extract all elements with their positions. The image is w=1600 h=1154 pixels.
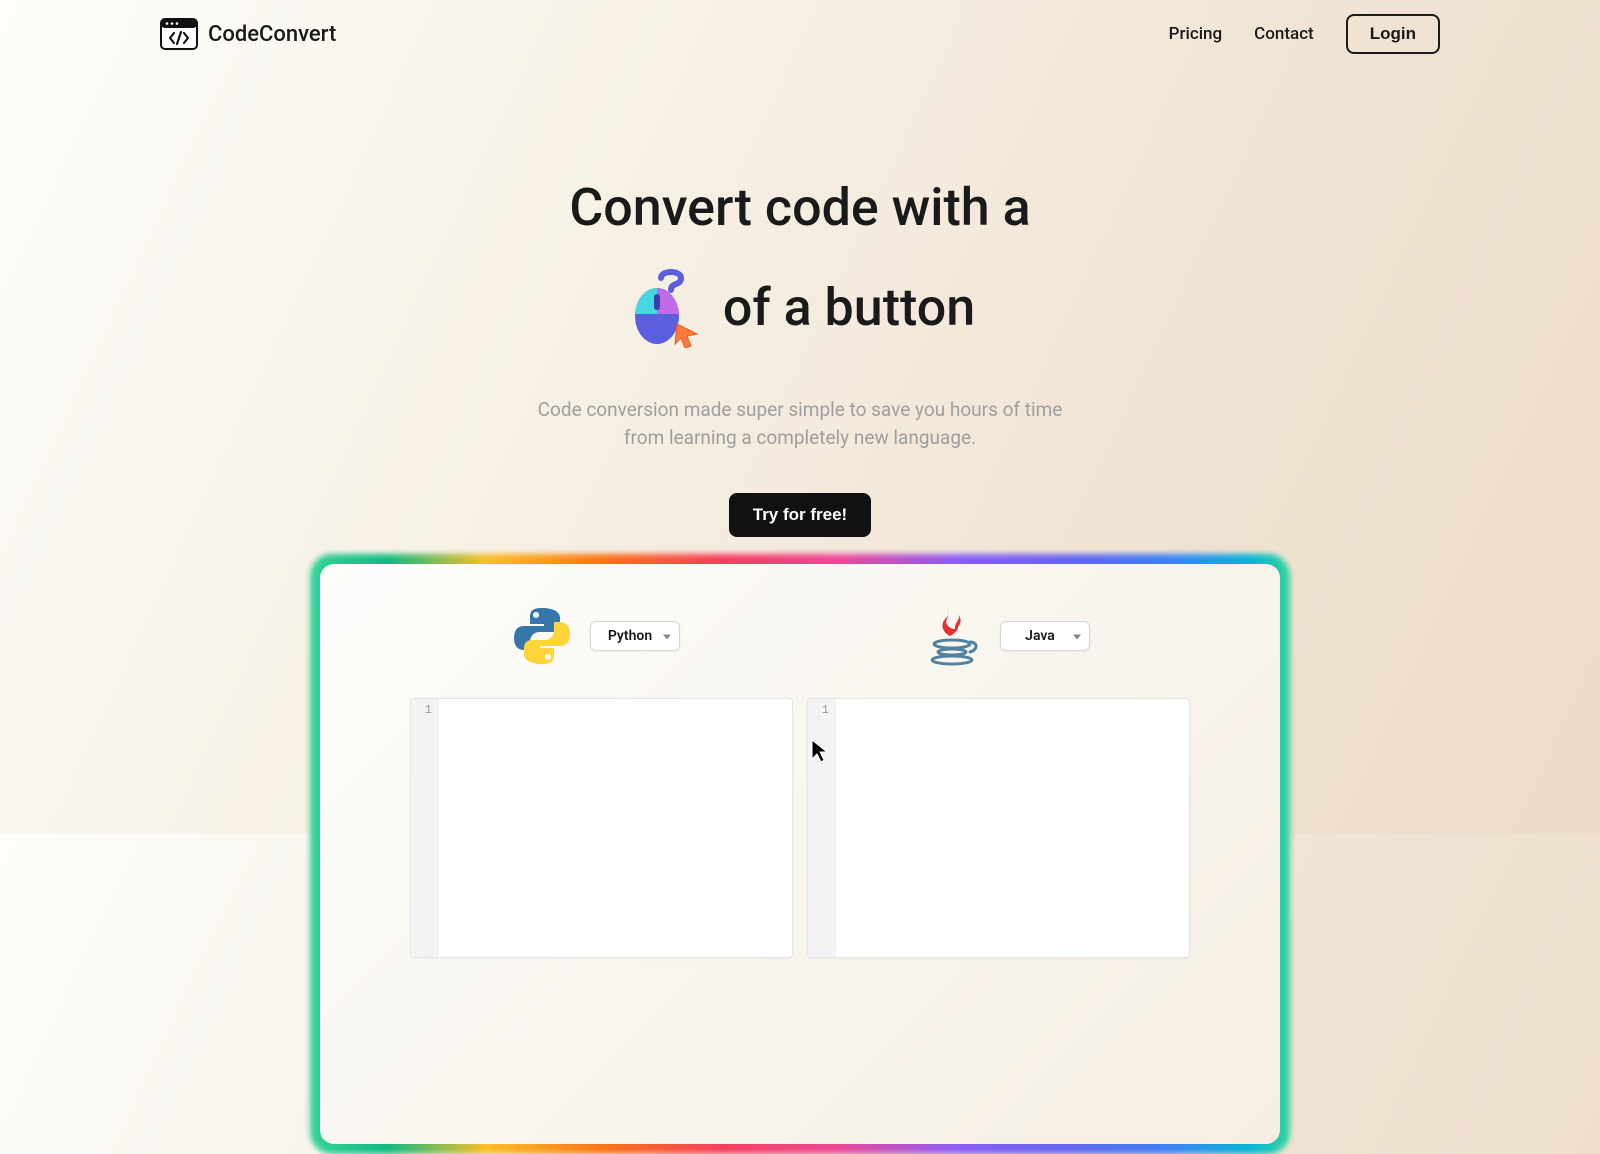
source-language-select-wrap: Python: [590, 621, 680, 651]
python-icon: [510, 604, 574, 668]
headline-line1: Convert code with a: [0, 178, 1600, 238]
target-language-select[interactable]: Java: [1000, 621, 1090, 651]
mouse-click-icon: [625, 268, 705, 348]
source-editor[interactable]: 1: [410, 698, 793, 958]
header: CodeConvert Pricing Contact Login: [0, 0, 1600, 68]
brand-logo-icon: [160, 18, 198, 50]
nav: Pricing Contact Login: [1169, 14, 1440, 54]
target-language-select-wrap: Java: [1000, 621, 1090, 651]
demo-panel: Python Java: [310, 554, 1290, 1154]
headline-line2-text: of a button: [723, 278, 975, 338]
try-free-button[interactable]: Try for free!: [729, 493, 871, 537]
target-line-number: 1: [808, 703, 829, 717]
demo-inner: Python Java: [320, 564, 1280, 1144]
nav-contact[interactable]: Contact: [1254, 24, 1314, 44]
brand-name: CodeConvert: [208, 22, 336, 47]
editors-row: 1 1: [410, 698, 1190, 958]
hero: Convert code with a of a button Code con…: [0, 68, 1600, 537]
source-code-area[interactable]: [439, 699, 792, 957]
source-line-number: 1: [411, 703, 432, 717]
target-editor[interactable]: 1: [807, 698, 1190, 958]
target-editor-gutter: 1: [808, 699, 836, 957]
source-language-select[interactable]: Python: [590, 621, 680, 651]
brand[interactable]: CodeConvert: [160, 18, 336, 50]
java-icon: [920, 604, 984, 668]
target-code-area[interactable]: [836, 699, 1189, 957]
nav-pricing[interactable]: Pricing: [1169, 24, 1223, 44]
login-button[interactable]: Login: [1346, 14, 1440, 54]
subtitle-line1: Code conversion made super simple to sav…: [0, 396, 1600, 425]
headline-line2: of a button: [0, 268, 1600, 348]
language-row: Python Java: [410, 604, 1190, 668]
subtitle-line2: from learning a completely new language.: [0, 424, 1600, 453]
source-language-group: Python: [410, 604, 780, 668]
target-language-group: Java: [820, 604, 1190, 668]
source-editor-gutter: 1: [411, 699, 439, 957]
subtitle: Code conversion made super simple to sav…: [0, 396, 1600, 453]
